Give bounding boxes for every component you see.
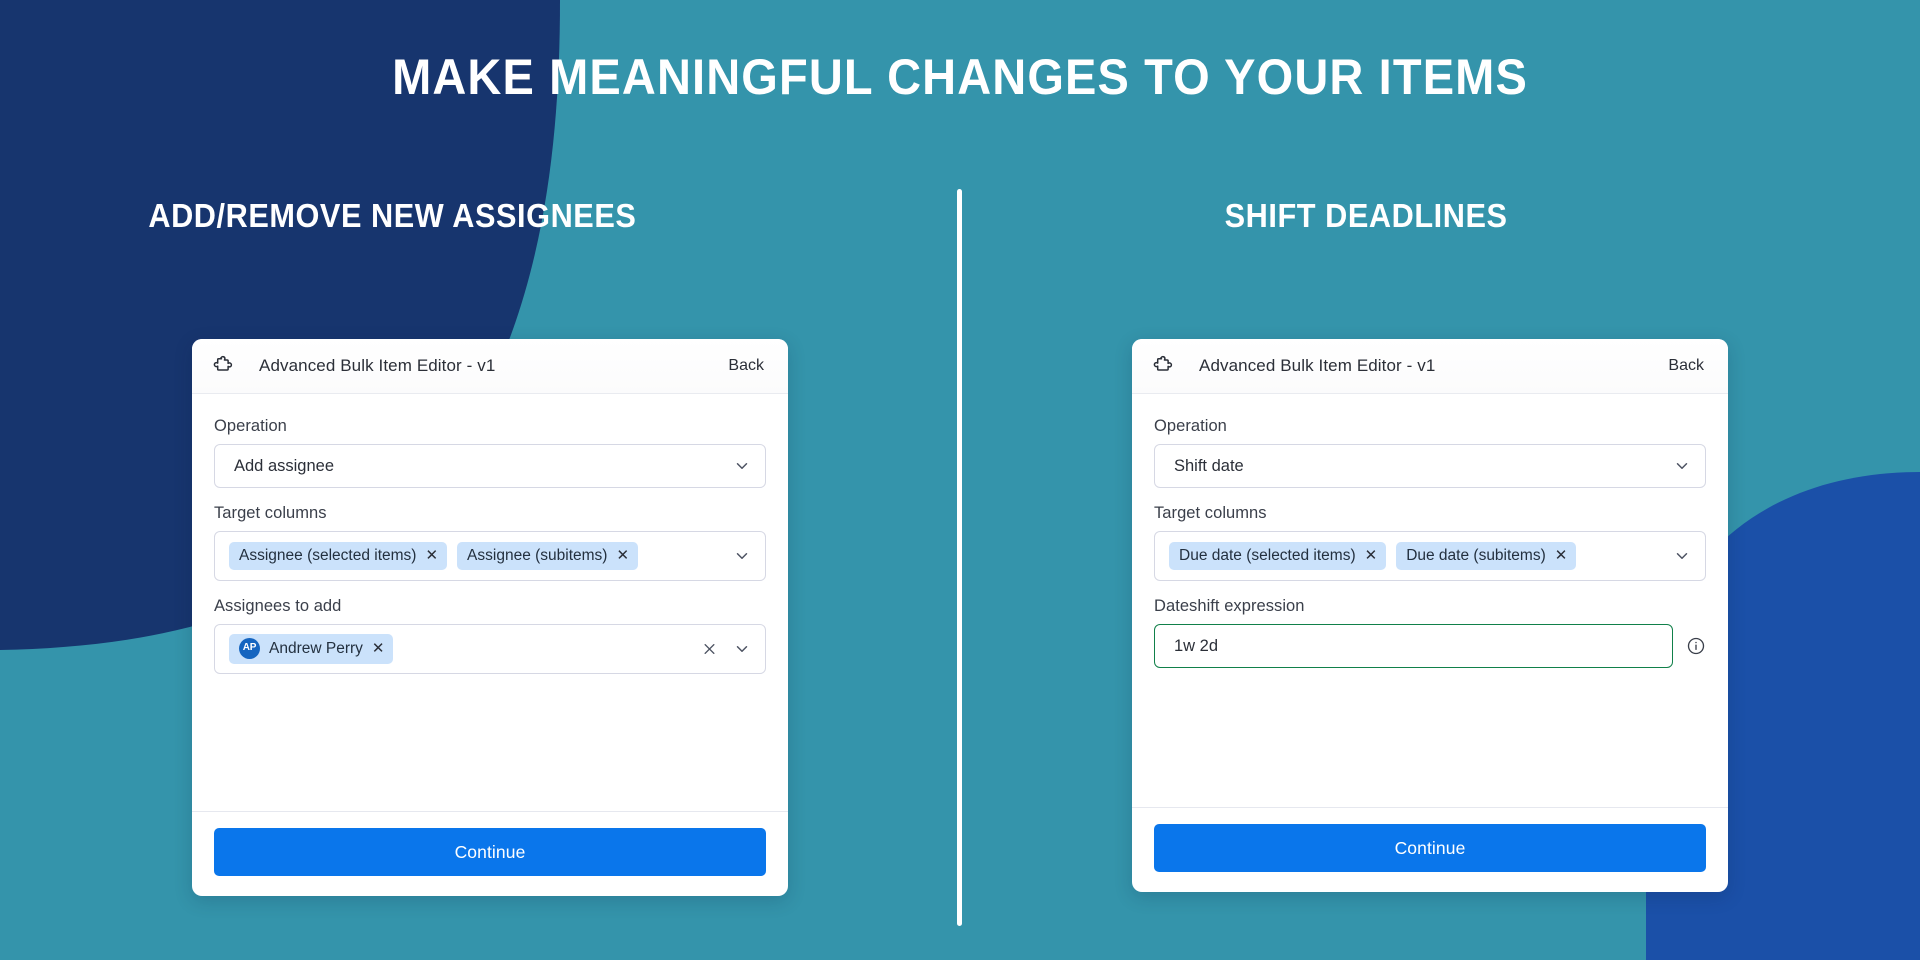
target-columns-label: Target columns — [1154, 504, 1267, 522]
target-columns-chips: Assignee (selected items) ✕ Assignee (su… — [229, 541, 678, 571]
bulk-editor-card-right: Advanced Bulk Item Editor - v1 Back Oper… — [1132, 339, 1728, 892]
promo-banner: MAKE MEANINGFUL CHANGES TO YOUR ITEMS AD… — [0, 0, 1920, 960]
dateshift-label: Dateshift expression — [1154, 597, 1305, 615]
target-columns-select[interactable]: Assignee (selected items) ✕ Assignee (su… — [214, 531, 766, 581]
chevron-down-icon — [736, 553, 748, 559]
back-link[interactable]: Back — [1668, 357, 1704, 375]
assignees-label: Assignees to add — [214, 597, 342, 615]
target-columns-select[interactable]: Due date (selected items) ✕ Due date (su… — [1154, 531, 1706, 581]
back-link[interactable]: Back — [728, 357, 764, 375]
puzzle-piece-icon — [1153, 355, 1173, 371]
target-columns-chips: Due date (selected items) ✕ Due date (su… — [1169, 541, 1616, 571]
close-icon[interactable]: ✕ — [372, 641, 385, 656]
close-icon[interactable]: ✕ — [616, 548, 629, 563]
chevron-down-icon — [1676, 553, 1688, 559]
close-icon[interactable]: ✕ — [1555, 548, 1568, 563]
assignees-select[interactable]: AP Andrew Perry ✕ — [214, 624, 766, 674]
chip-label: Andrew Perry — [269, 639, 363, 657]
card-header: Advanced Bulk Item Editor - v1 Back — [1132, 339, 1728, 394]
assignee-chip[interactable]: AP Andrew Perry ✕ — [229, 634, 394, 664]
chip[interactable]: Due date (selected items) ✕ — [1169, 541, 1387, 571]
dateshift-row: 1w 2d — [1154, 624, 1706, 668]
section-title-right: SHIFT DEADLINES — [1224, 197, 1508, 234]
chip[interactable]: Assignee (selected items) ✕ — [229, 541, 448, 571]
chevron-down-icon — [1676, 463, 1688, 469]
bulk-editor-card-left: Advanced Bulk Item Editor - v1 Back Oper… — [192, 339, 788, 896]
operation-value: Add assignee — [234, 456, 334, 475]
section-title-left: ADD/REMOVE NEW ASSIGNEES — [148, 197, 637, 234]
chip[interactable]: Assignee (subitems) ✕ — [457, 541, 639, 571]
continue-button[interactable]: Continue — [214, 828, 766, 876]
card-title: Advanced Bulk Item Editor - v1 — [1199, 356, 1436, 375]
continue-button[interactable]: Continue — [1154, 824, 1706, 872]
page-title: MAKE MEANINGFUL CHANGES TO YOUR ITEMS — [392, 49, 1528, 105]
clear-icon[interactable] — [702, 642, 717, 657]
operation-select[interactable]: Shift date — [1154, 444, 1706, 488]
dateshift-input[interactable]: 1w 2d — [1154, 624, 1673, 668]
assignees-chips: AP Andrew Perry ✕ — [229, 634, 433, 664]
card-body: Operation Shift date Target columns Due … — [1132, 394, 1728, 807]
chip-label: Due date (selected items) — [1179, 546, 1356, 564]
chip-label: Assignee (subitems) — [467, 546, 608, 564]
chevron-down-icon — [736, 463, 748, 469]
operation-label: Operation — [1154, 417, 1227, 435]
operation-value: Shift date — [1174, 456, 1244, 475]
puzzle-piece-icon — [213, 355, 233, 371]
chip-label: Assignee (selected items) — [239, 546, 417, 564]
card-footer: Continue — [1132, 807, 1728, 892]
chevron-down-icon — [736, 646, 748, 652]
target-columns-label: Target columns — [214, 504, 327, 522]
close-icon[interactable]: ✕ — [1365, 548, 1378, 563]
info-circle-icon[interactable] — [1686, 636, 1706, 656]
chip[interactable]: Due date (subitems) ✕ — [1396, 541, 1577, 571]
dateshift-value: 1w 2d — [1174, 636, 1219, 655]
card-title: Advanced Bulk Item Editor - v1 — [259, 356, 496, 375]
card-footer: Continue — [192, 811, 788, 896]
avatar: AP — [239, 638, 260, 659]
chip-label: Due date (subitems) — [1406, 546, 1546, 564]
operation-label: Operation — [214, 417, 287, 435]
card-body: Operation Add assignee Target columns As… — [192, 394, 788, 811]
vertical-divider — [957, 189, 962, 926]
card-header: Advanced Bulk Item Editor - v1 Back — [192, 339, 788, 394]
close-icon[interactable]: ✕ — [425, 548, 438, 563]
operation-select[interactable]: Add assignee — [214, 444, 766, 488]
